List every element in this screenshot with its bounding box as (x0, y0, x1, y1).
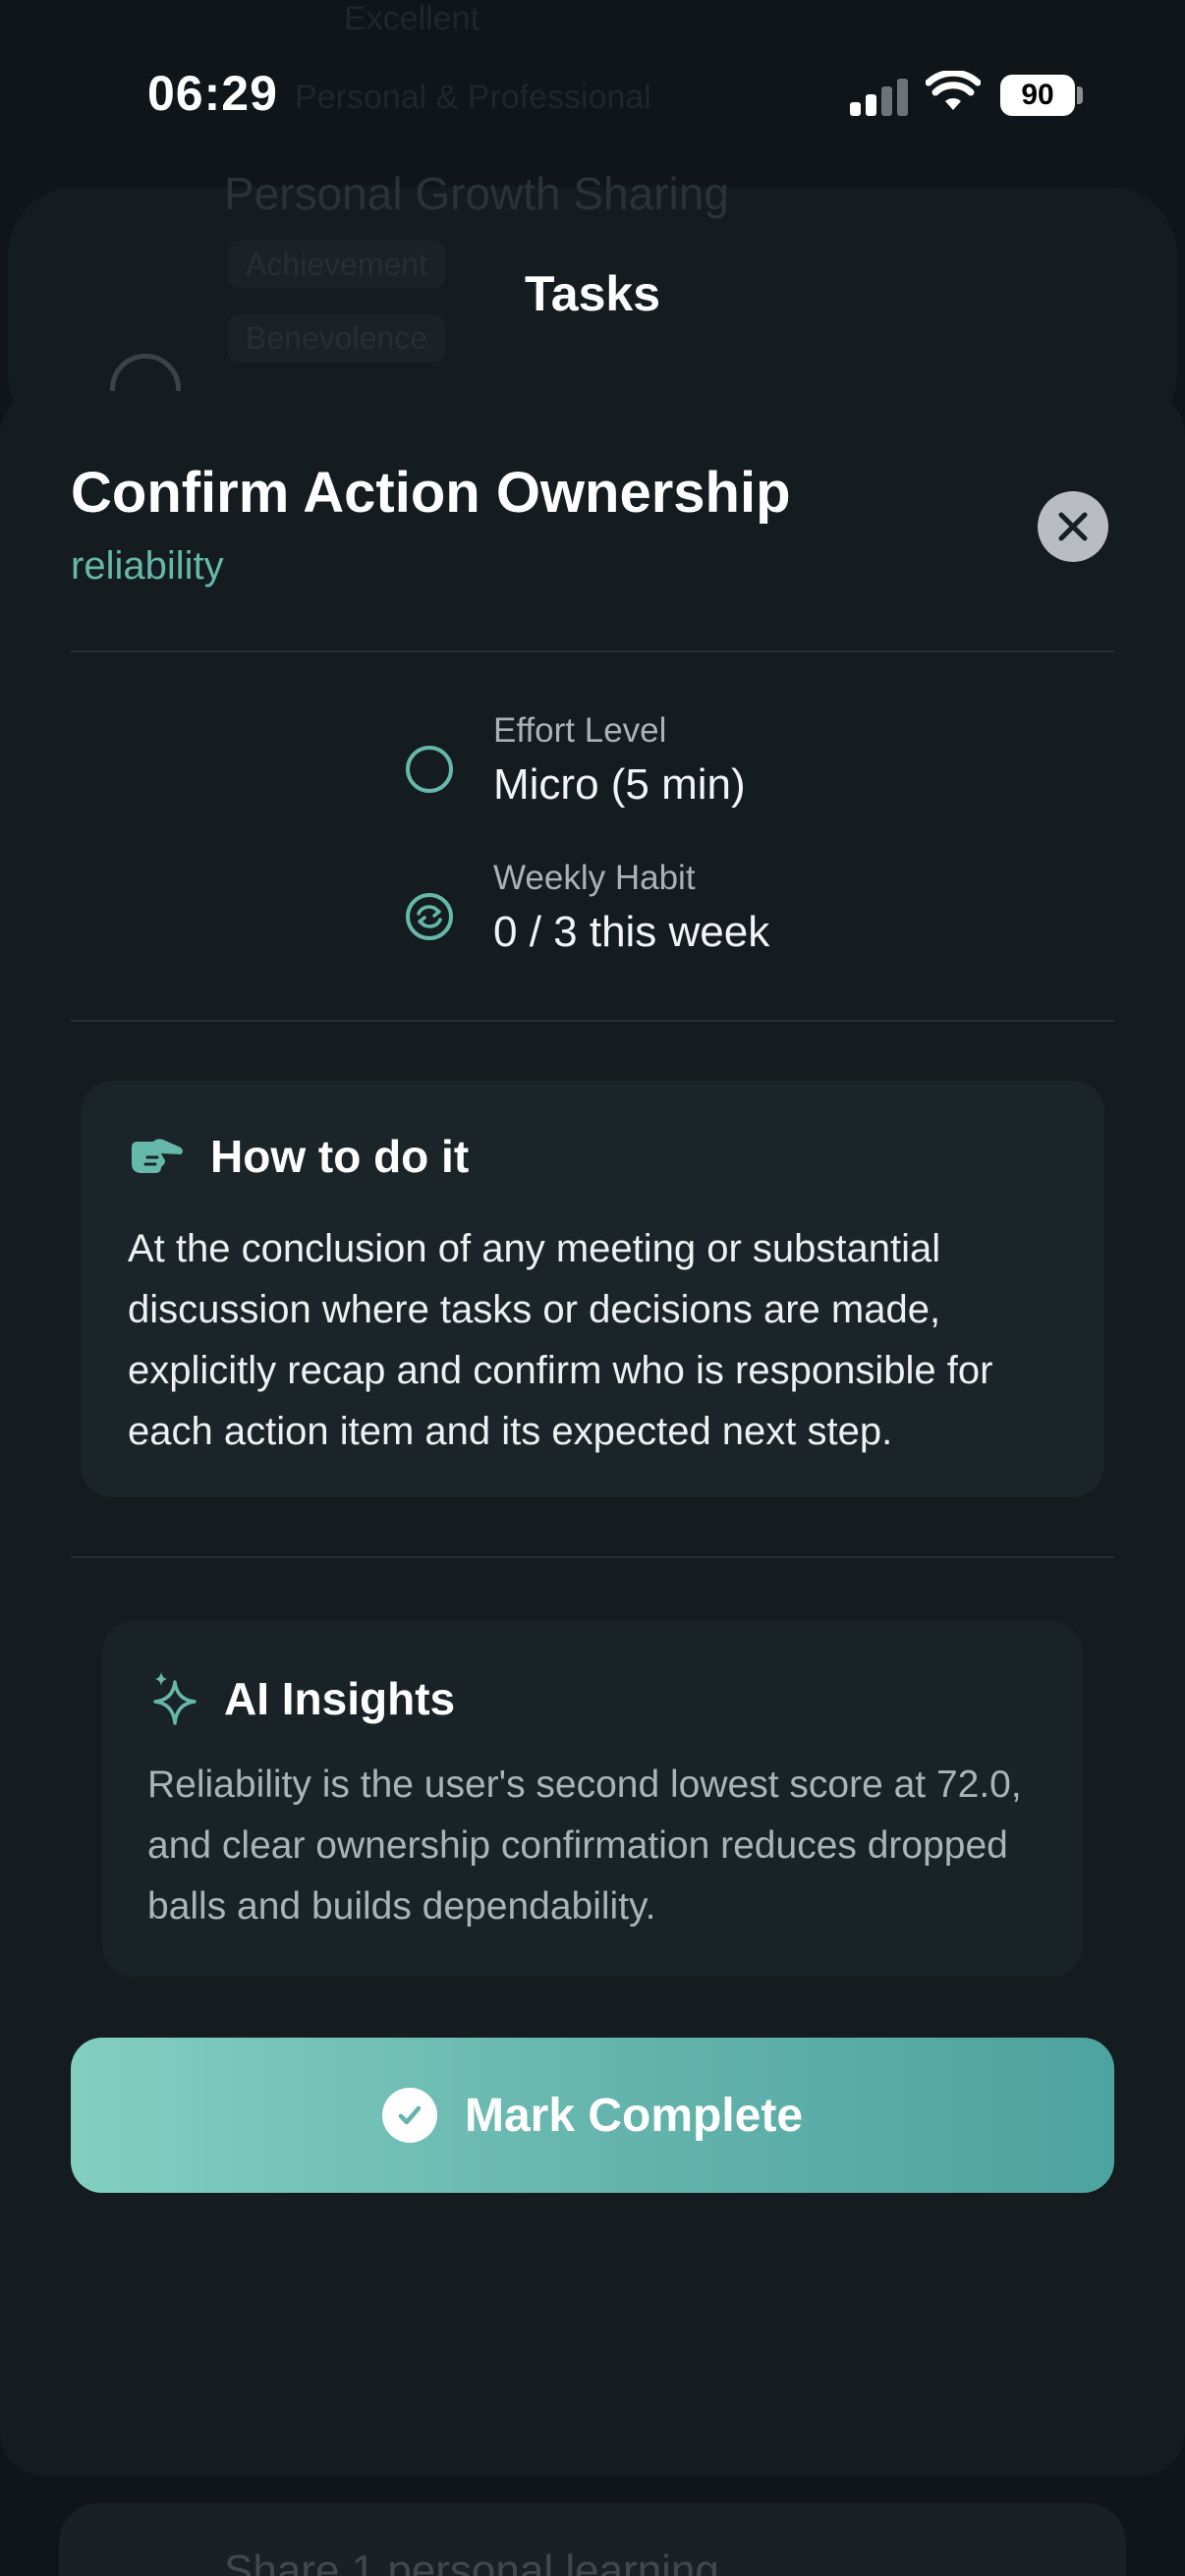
how-to-title: How to do it (210, 1131, 470, 1182)
task-category: reliability (71, 544, 224, 588)
divider (71, 650, 1114, 652)
screen: Excellent Personal & Professional Person… (0, 0, 1185, 2576)
weekly-habit-row: Weekly Habit 0 / 3 this week (403, 859, 894, 977)
how-to-card: How to do it At the conclusion of any me… (81, 1081, 1104, 1497)
page-title: Tasks (524, 266, 661, 321)
effort-level-label: Effort Level (493, 711, 667, 750)
divider (71, 1556, 1114, 1558)
cellular-signal-icon (850, 77, 909, 116)
how-to-description: At the conclusion of any meeting or subs… (128, 1227, 993, 1453)
weekly-habit-value: 0 / 3 this week (493, 908, 770, 956)
close-icon (1058, 512, 1088, 541)
checkmark-icon (381, 2088, 437, 2143)
weekly-habit-label: Weekly Habit (493, 859, 696, 897)
task-detail-sheet: Confirm Action Ownership reliability Eff… (0, 391, 1185, 2476)
status-bar: 06:29 90 (0, 0, 1185, 187)
task-title: Confirm Action Ownership (71, 461, 791, 525)
divider (71, 1020, 1114, 1022)
battery-cap (1077, 86, 1083, 104)
pointing-hand-icon (132, 1139, 183, 1173)
wifi-icon (926, 71, 981, 110)
repeat-icon (406, 893, 453, 940)
background-card-title: Share 1 personal learning (224, 2547, 719, 2576)
sparkles-icon (153, 1672, 197, 1725)
close-button[interactable] (1038, 491, 1108, 562)
effort-level-row: Effort Level Micro (5 min) (403, 711, 894, 829)
status-time: 06:29 (147, 66, 278, 121)
effort-level-value: Micro (5 min) (493, 760, 746, 809)
ai-insights-card: AI Insights Reliability is the user's se… (102, 1621, 1083, 1977)
ai-insights-title: AI Insights (224, 1673, 456, 1724)
circle-outline-icon (406, 746, 453, 793)
battery-indicator: 90 (1000, 75, 1075, 116)
mark-complete-button[interactable]: Mark Complete (71, 2038, 1114, 2193)
ai-insights-description: Reliability is the user's second lowest … (147, 1764, 1022, 1928)
mark-complete-label: Mark Complete (464, 2089, 804, 2142)
